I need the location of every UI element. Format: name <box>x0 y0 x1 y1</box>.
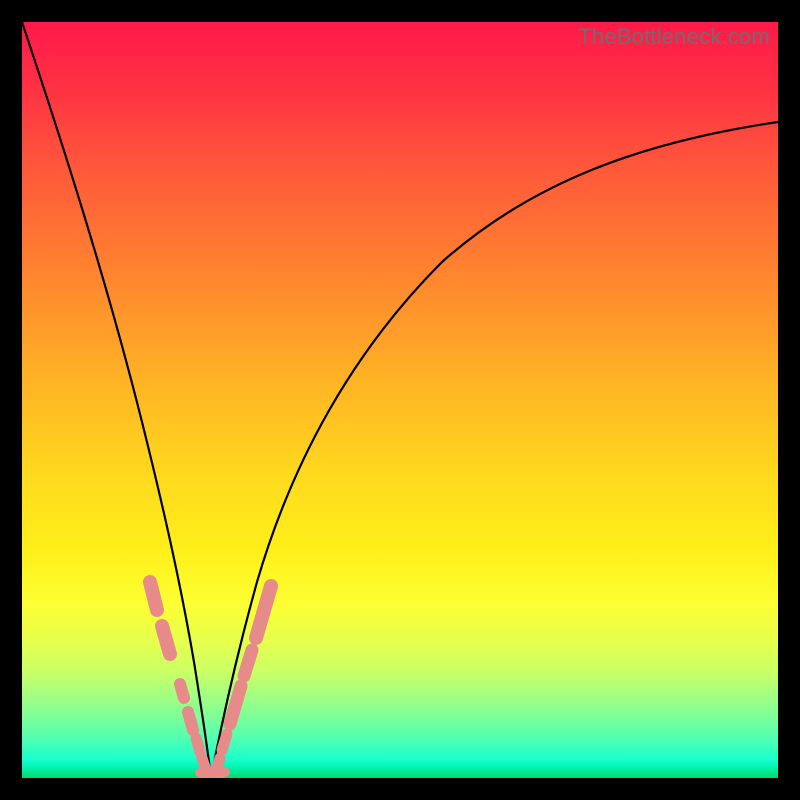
chart-svg <box>22 22 778 778</box>
beads-left-group <box>150 582 206 770</box>
curve-left <box>22 22 211 778</box>
chart-frame: TheBottleneck.com <box>0 0 800 800</box>
plot-area: TheBottleneck.com <box>22 22 778 778</box>
bead-bottom-6 <box>220 767 230 777</box>
bead-left-2 <box>162 626 170 654</box>
curve-right <box>211 122 778 778</box>
bead-right-1 <box>216 758 220 770</box>
bead-left-5 <box>196 738 200 752</box>
bead-left-1 <box>150 582 157 610</box>
bead-left-4 <box>188 712 193 730</box>
beads-right-group <box>216 586 271 770</box>
bead-right-3 <box>230 686 241 724</box>
bead-right-2 <box>222 734 227 750</box>
bead-left-3 <box>180 684 184 698</box>
bead-left-6 <box>202 758 206 770</box>
bead-right-5 <box>256 586 271 638</box>
bead-right-4 <box>244 650 252 676</box>
